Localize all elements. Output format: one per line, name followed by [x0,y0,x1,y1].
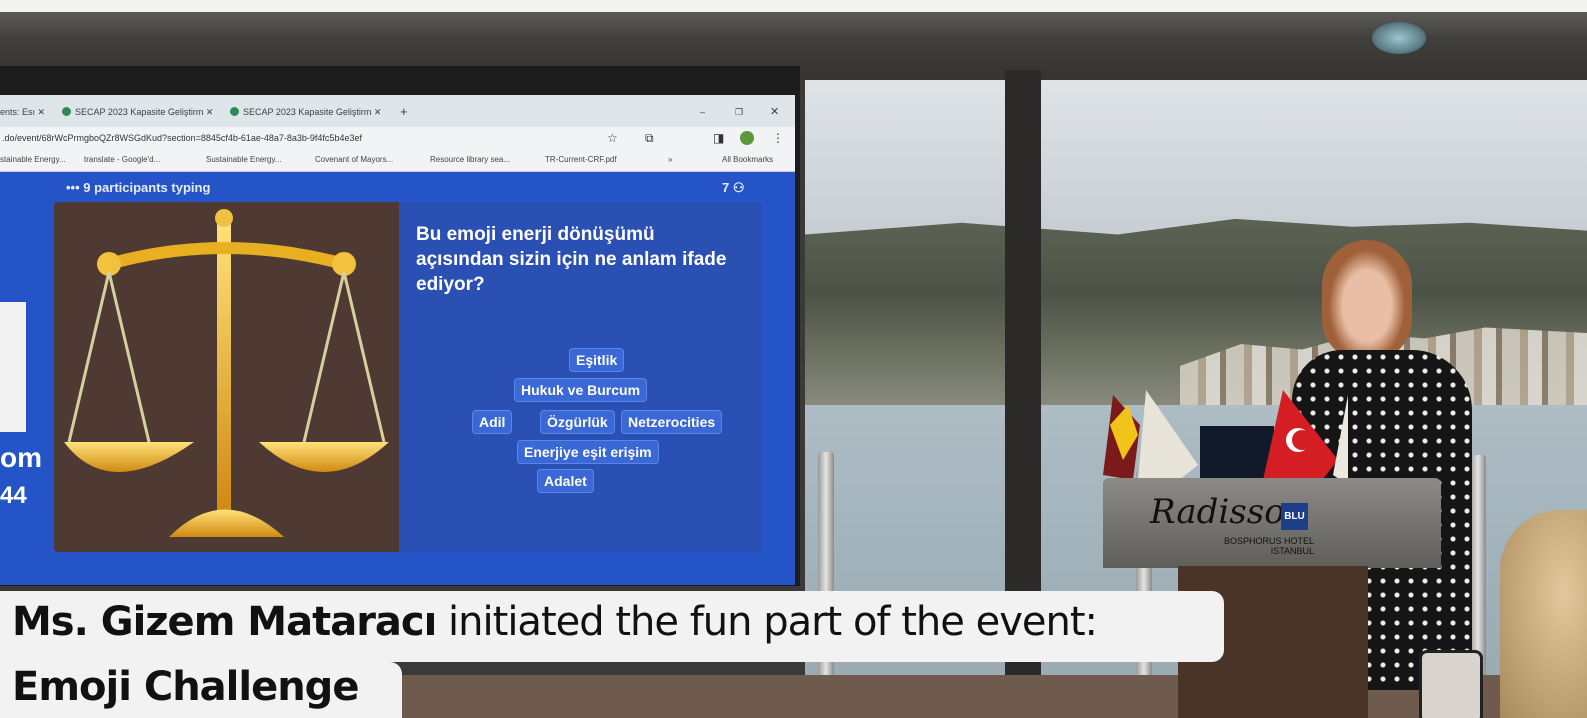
word-cloud-answer: Özgürlük [540,410,615,434]
event-photo: ents: Esı ✕ SECAP 2023 Kapasite Geliştir… [0,0,1587,718]
extensions-icon[interactable]: ⧉ [645,127,654,149]
caption-line-2: Emoji Challenge [0,662,402,718]
caption-line-1: Ms. Gizem Mataracı initiated the fun par… [0,591,1224,662]
tab-bar: ents: Esı ✕ SECAP 2023 Kapasite Geliştir… [0,95,795,127]
tab-label: SECAP 2023 Kapasite Geliştirm [243,107,372,117]
bookmark-item[interactable]: Sustainable Energy... [206,149,281,171]
bookmark-star-icon[interactable]: ☆ [607,127,618,149]
flags-icon [1103,390,1348,485]
hotel-name: BOSPHORUS HOTEL ISTANBUL [1224,536,1314,556]
word-cloud-answer: Adalet [537,469,594,493]
caption-title: Emoji Challenge [12,664,359,710]
all-bookmarks[interactable]: All Bookmarks [722,149,773,171]
blu-badge: BLU [1281,503,1308,530]
bookmarks-bar: stainable Energy... translate - Google'd… [0,149,795,172]
bookmark-item[interactable]: TR-Current-CRF.pdf [545,149,617,171]
browser-tab[interactable]: SECAP 2023 Kapasite Geliştirm ✕ [62,103,213,121]
new-tab-plus-icon[interactable]: + [400,103,408,121]
people-icon: ⚇ [732,180,745,195]
site-icon [230,107,239,116]
qr-code [0,302,26,432]
caption-rest: initiated the fun part of the event: [436,599,1098,645]
scales-of-justice-emoji [54,202,399,552]
hotel-line: BOSPHORUS HOTEL [1224,536,1315,546]
site-icon [62,107,71,116]
word-cloud-answer: Hukuk ve Burcum [514,378,648,402]
browser-tab[interactable]: ents: Esı ✕ [0,103,45,121]
minimize-icon[interactable]: – [700,103,705,121]
bookmark-item[interactable]: stainable Energy... [0,149,66,171]
word-cloud-answer: Adil [472,410,513,434]
ceiling-lamp [1372,22,1426,54]
caption-text: Ms. Gizem Mataracı initiated the fun par… [12,599,1098,645]
profile-avatar[interactable] [740,131,754,145]
side-text: om [0,442,42,473]
side-text: 44 [0,482,27,509]
hotel-line: ISTANBUL [1270,546,1315,556]
projected-browser-window: ents: Esı ✕ SECAP 2023 Kapasite Geliştir… [0,95,795,585]
browser-tab-active[interactable]: SECAP 2023 Kapasite Geliştirm ✕ [230,103,381,121]
participant-count-value: 7 [722,180,730,195]
word-cloud-answer: Eşitlik [569,348,625,372]
menu-kebab-icon[interactable]: ⋮ [772,127,784,149]
address-bar[interactable]: .do/event/68rWcPrmgboQZr8WSGdKud?section… [0,127,795,149]
scales-icon [64,209,389,537]
bookmark-overflow[interactable]: » [668,149,672,171]
bookmark-item[interactable]: Resource library sea... [430,149,510,171]
url-text: .do/event/68rWcPrmgboQZr8WSGdKud?section… [2,133,362,143]
audience-member [1500,510,1587,718]
word-cloud-answer: Enerjiye eşit erişim [517,440,659,464]
mentimeter-slide: ••• 9 participants typing 7 ⚇ om 44 Bu e… [0,172,795,585]
slide-question: Bu emoji enerji dönüşümü açısından sizin… [416,224,727,295]
sidebar-icon[interactable]: ◨ [713,127,724,149]
close-icon[interactable]: ✕ [770,103,779,121]
tab-label: SECAP 2023 Kapasite Geliştirm [75,107,204,117]
question-card: Bu emoji enerji dönüşümü açısından sizin… [54,202,762,552]
bookmark-item[interactable]: Covenant of Mayors... [315,149,393,171]
speaker-face [1322,240,1412,360]
tab-label: ents: Esı [0,107,36,117]
word-cloud-answer: Netzerocities [621,410,723,434]
smartphone [1419,650,1483,718]
restore-icon[interactable]: ❐ [735,103,743,121]
participant-count: 7 ⚇ [722,180,745,196]
bookmark-item[interactable]: translate - Google'd... [84,149,160,171]
typing-status: ••• 9 participants typing [66,180,211,195]
speaker-name: Ms. Gizem Mataracı [12,599,437,645]
